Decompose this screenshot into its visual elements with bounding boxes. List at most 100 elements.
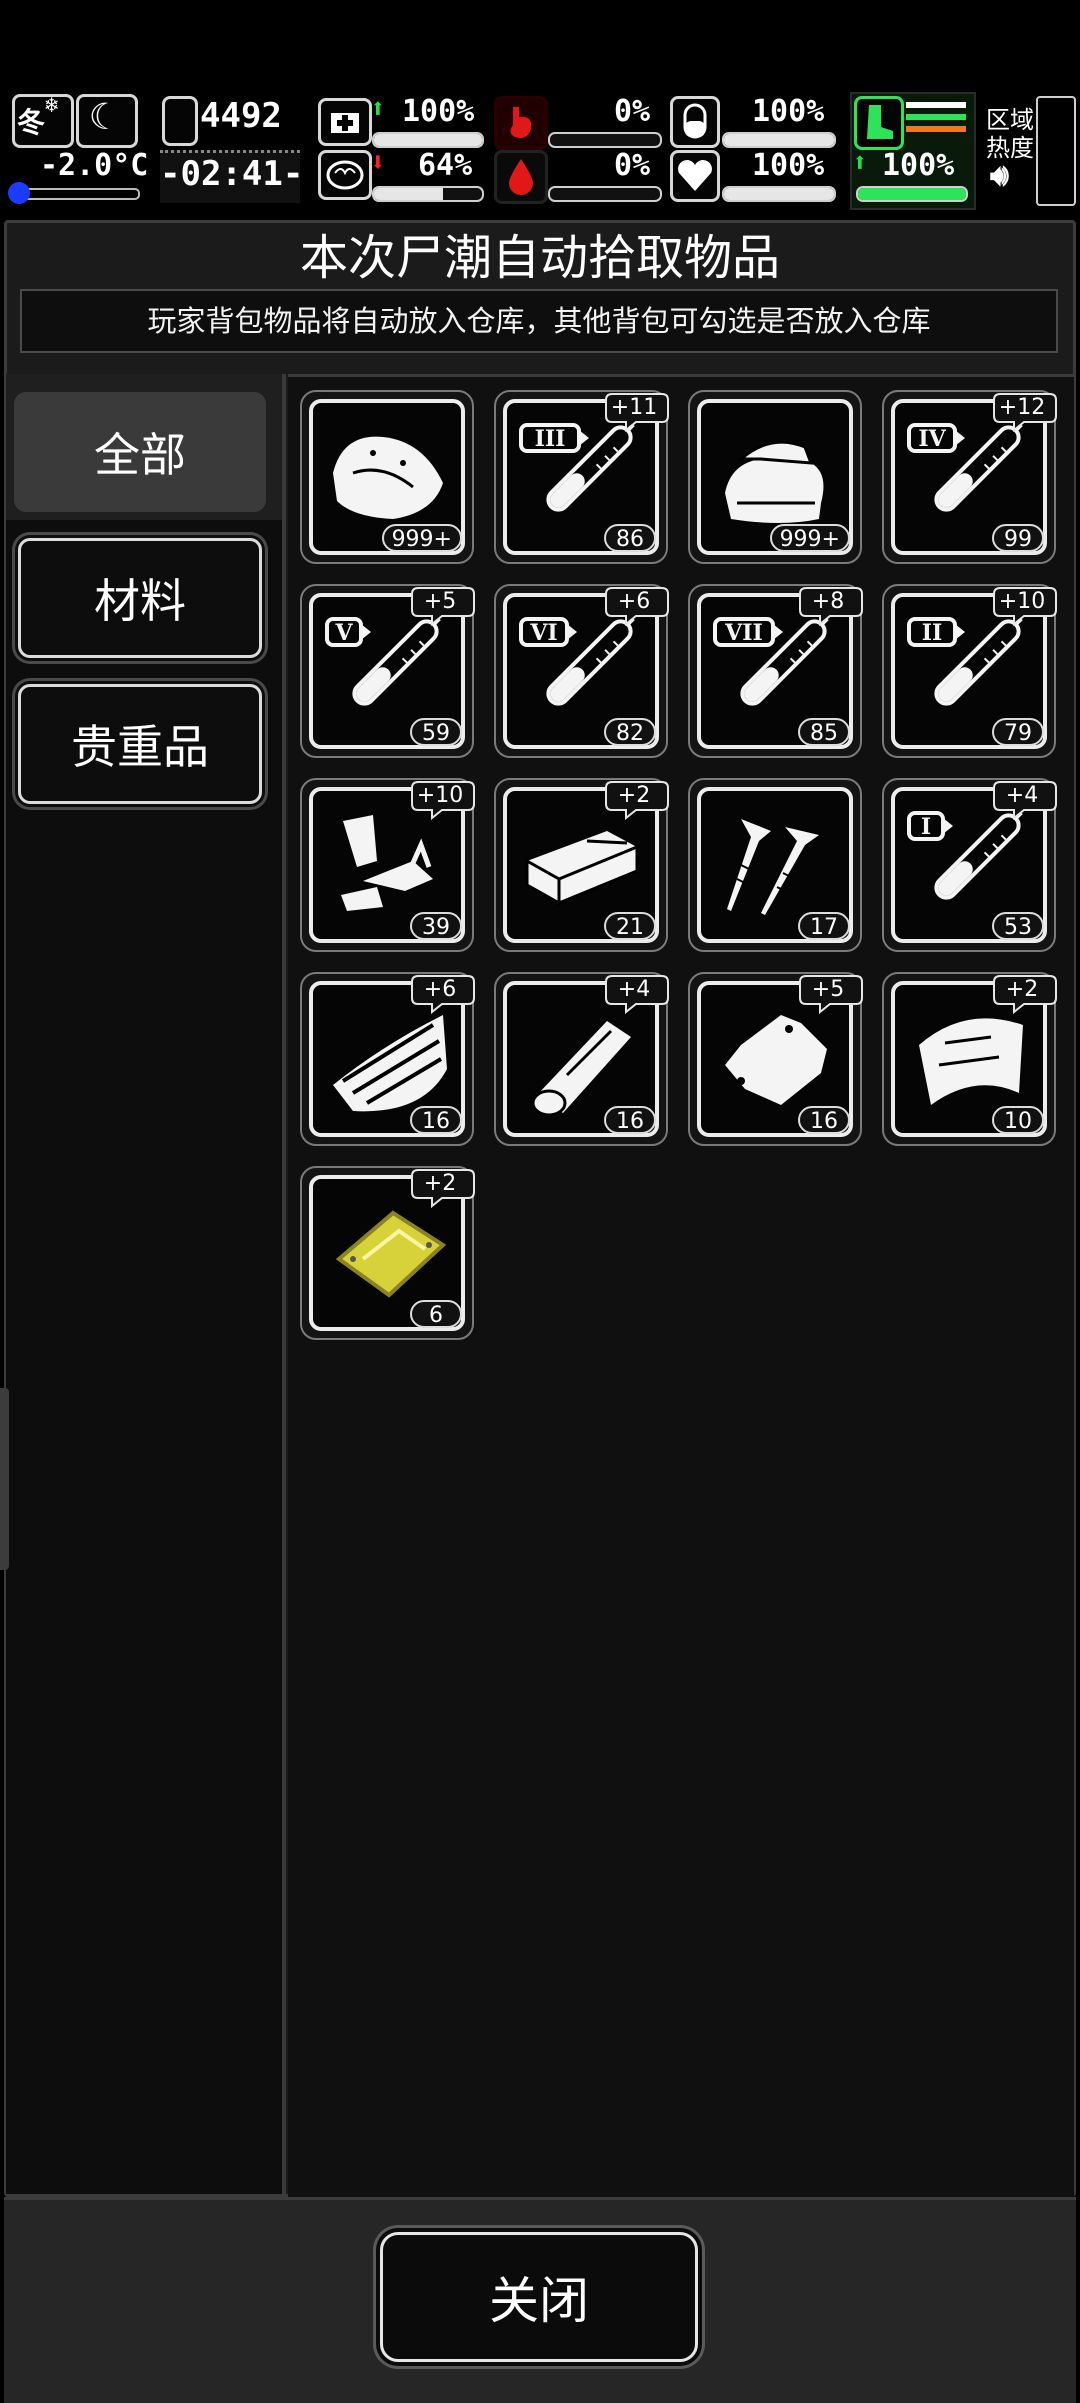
item-count: 16	[410, 1106, 462, 1134]
category-label: 材料	[94, 574, 186, 628]
health-bar	[372, 132, 484, 148]
item-bonus-badge: +10	[410, 778, 475, 820]
category-tab-materials[interactable]: 材料	[18, 538, 262, 658]
svg-text:IV: IV	[918, 426, 946, 452]
item-tile[interactable]: VI 82 +6	[494, 584, 669, 758]
item-count: 999+	[381, 524, 462, 552]
blood-drop-icon	[494, 150, 548, 204]
stomach-icon	[494, 96, 548, 150]
hunger-value: 0%	[614, 94, 651, 129]
item-tile[interactable]: 10 +2	[882, 972, 1057, 1146]
sanity-value: 64%	[418, 148, 473, 183]
item-bonus-badge: +11	[604, 390, 669, 432]
item-bonus-label: +5	[423, 589, 457, 614]
item-bonus-label: +2	[1005, 977, 1039, 1002]
season-label: 冬	[17, 106, 46, 139]
zone-heat-meter	[1036, 96, 1076, 206]
close-button[interactable]: 关闭	[380, 2232, 698, 2362]
item-tile[interactable]: 16 +5	[688, 972, 863, 1146]
svg-text:III: III	[535, 426, 566, 452]
item-count: 86	[604, 524, 656, 552]
item-count: 16	[604, 1106, 656, 1134]
item-tile[interactable]: IV 99 +12	[882, 390, 1057, 564]
item-count: 6	[410, 1300, 462, 1328]
medkit-icon	[318, 98, 372, 146]
medicine-bar	[722, 132, 836, 148]
category-tab-valuables[interactable]: 贵重品	[18, 684, 262, 804]
item-count: 10	[992, 1106, 1044, 1134]
item-bonus-badge: +6	[604, 584, 669, 626]
close-button-label: 关闭	[489, 2272, 589, 2330]
heart-bar	[722, 186, 836, 202]
hunger-bar	[548, 132, 662, 148]
svg-text:VI: VI	[529, 620, 557, 646]
item-count: 79	[992, 718, 1044, 746]
item-count: 39	[410, 912, 462, 940]
day-counter: 4492	[200, 96, 282, 136]
item-bonus-badge: +4	[992, 778, 1057, 820]
item-count: 59	[410, 718, 462, 746]
item-bonus-badge: +5	[798, 972, 863, 1014]
heart-icon	[670, 150, 720, 202]
stamina-stripe-orange	[906, 126, 966, 132]
item-tile[interactable]: 17	[688, 778, 862, 952]
item-tile[interactable]: 21 +2	[494, 778, 669, 952]
night-box: ☾	[76, 94, 138, 148]
item-count: 99	[992, 524, 1044, 552]
stamina-bar	[856, 186, 968, 202]
blood-bar	[548, 186, 662, 202]
item-bonus-label: +8	[811, 589, 845, 614]
medicine-value: 100%	[752, 94, 825, 129]
item-tile[interactable]: 6 +2	[300, 1166, 475, 1340]
item-tile[interactable]: VII 85 +8	[688, 584, 863, 758]
item-bonus-label: +5	[811, 977, 845, 1002]
item-bonus-badge: +4	[604, 972, 669, 1014]
heart-value: 100%	[752, 148, 825, 183]
item-count: 82	[604, 718, 656, 746]
pill-icon	[670, 96, 720, 148]
panel-subtitle: 玩家背包物品将自动放入仓库，其他背包可勾选是否放入仓库	[147, 304, 931, 338]
item-tile[interactable]: I 53 +4	[882, 778, 1057, 952]
stamina-value: 100%	[882, 148, 955, 183]
svg-text:V: V	[334, 620, 353, 646]
item-tile[interactable]: 16 +4	[494, 972, 669, 1146]
sanity-bar	[372, 186, 484, 202]
item-bonus-label: +4	[617, 977, 651, 1002]
scroll-handle[interactable]	[0, 1388, 9, 1570]
season-box: 冬 ❄	[12, 93, 74, 148]
item-tile[interactable]: 39 +10	[300, 778, 475, 952]
svg-text:VII: VII	[724, 620, 763, 646]
clock: -02:41-	[160, 154, 304, 194]
item-bonus-badge: +10	[992, 584, 1057, 626]
category-label: 贵重品	[71, 720, 209, 774]
day-icon	[162, 96, 198, 146]
temperature-indicator	[8, 182, 30, 204]
item-bonus-badge: +2	[410, 1166, 475, 1208]
sanity-down-arrow: ⬇	[370, 148, 386, 178]
item-tile[interactable]: 999+	[688, 390, 862, 564]
health-value: 100%	[402, 94, 475, 129]
item-tile[interactable]: III 86 +11	[494, 390, 669, 564]
item-count: 85	[798, 718, 850, 746]
item-tile[interactable]: 999+	[300, 390, 474, 564]
item-count: 17	[798, 912, 850, 940]
item-bonus-label: +2	[423, 1171, 457, 1196]
item-bonus-label: +10	[416, 783, 464, 808]
item-bonus-label: +11	[610, 395, 658, 420]
snow-icon: ❄	[45, 93, 59, 118]
health-up-arrow: ⬆	[370, 94, 386, 124]
item-bonus-badge: +12	[992, 390, 1057, 432]
item-bonus-badge: +6	[410, 972, 475, 1014]
item-tile[interactable]: V 59 +5	[300, 584, 475, 758]
item-count: 999+	[769, 524, 850, 552]
moon-icon: ☾	[89, 97, 111, 138]
stamina-stripe-green	[906, 114, 966, 120]
speaker-icon[interactable]: 🔊︎	[990, 158, 1009, 193]
svg-text:I: I	[921, 814, 931, 840]
item-bonus-badge: +2	[604, 778, 669, 820]
item-tile[interactable]: II 79 +10	[882, 584, 1057, 758]
item-tile[interactable]: 16 +6	[300, 972, 475, 1146]
stamina-stripe-white	[906, 102, 966, 108]
category-tab-all[interactable]: 全部	[14, 392, 266, 512]
stamina-up-arrow: ⬆	[852, 148, 868, 178]
